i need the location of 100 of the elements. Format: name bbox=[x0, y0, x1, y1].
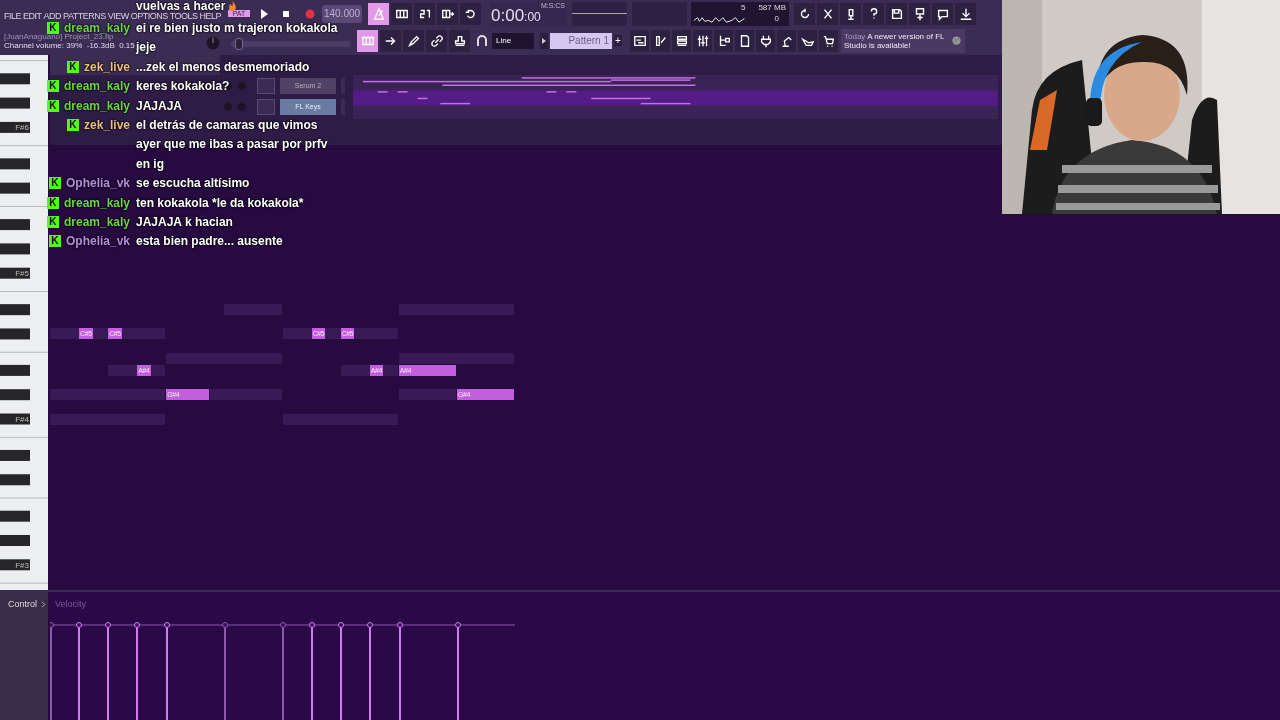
chat-message: se escucha altísimo bbox=[136, 176, 250, 191]
key-label: F#5 bbox=[15, 269, 29, 279]
key-label: F#6 bbox=[15, 123, 29, 133]
chat-username: dream_kaly bbox=[63, 195, 130, 210]
platform-badge: K bbox=[48, 177, 61, 190]
toolbar-button[interactable] bbox=[756, 29, 775, 52]
toolbar-button[interactable] bbox=[955, 2, 976, 25]
toolbar-button[interactable] bbox=[651, 29, 670, 52]
song-time-centiseconds: :00 bbox=[524, 8, 541, 26]
piano-key[interactable] bbox=[0, 474, 30, 486]
toolbar-button[interactable] bbox=[886, 2, 907, 25]
slider-thumb[interactable] bbox=[234, 37, 243, 50]
chat-username: Ophelia_vk bbox=[65, 234, 130, 249]
menu-item[interactable]: FILE bbox=[4, 11, 21, 21]
toolbar-button[interactable] bbox=[460, 2, 481, 25]
menu-item[interactable]: HELP bbox=[199, 11, 222, 21]
piano-key[interactable] bbox=[0, 449, 30, 461]
piano-key[interactable] bbox=[0, 121, 30, 133]
pencil-icon bbox=[406, 33, 421, 48]
magnet-icon[interactable] bbox=[474, 32, 490, 49]
piano-key[interactable] bbox=[0, 559, 30, 571]
chat-message: JAJAJA bbox=[136, 98, 183, 113]
menu-item[interactable]: ADD bbox=[43, 11, 62, 21]
chat-username: dream_kaly bbox=[63, 79, 130, 94]
piano-key[interactable] bbox=[0, 389, 30, 401]
piano-key[interactable] bbox=[0, 182, 30, 194]
chat-username: dream_kaly bbox=[63, 214, 130, 229]
piano-key[interactable] bbox=[0, 328, 30, 340]
caret-icon[interactable] bbox=[41, 601, 46, 608]
toolbar-button[interactable] bbox=[693, 29, 712, 52]
piano-key[interactable] bbox=[0, 364, 30, 376]
plug-icon bbox=[758, 33, 773, 48]
globe-icon bbox=[951, 35, 962, 46]
toolbar-button[interactable] bbox=[932, 2, 953, 25]
toolbar-button[interactable] bbox=[437, 2, 458, 25]
master-pitch-slider[interactable] bbox=[231, 40, 351, 47]
step-sequencer-icon bbox=[653, 33, 668, 48]
toolbar-button[interactable] bbox=[794, 2, 815, 25]
metronome-icon bbox=[371, 6, 386, 21]
chat-message: en ig bbox=[136, 156, 164, 171]
save-icon bbox=[889, 6, 904, 21]
menu-item[interactable]: EDIT bbox=[23, 11, 42, 21]
key-label: F#4 bbox=[15, 415, 29, 424]
caret-icon[interactable] bbox=[540, 32, 548, 49]
tool-button[interactable] bbox=[357, 29, 378, 52]
menu-item[interactable]: VIEW bbox=[107, 11, 129, 21]
news-panel[interactable]: Today A newer version of FL Studio is available! bbox=[841, 28, 965, 53]
toolbar-button[interactable] bbox=[714, 29, 733, 52]
piano-key[interactable] bbox=[0, 243, 30, 255]
toolbar-button[interactable] bbox=[672, 29, 691, 52]
tool-button[interactable] bbox=[403, 29, 424, 52]
pattern-selector[interactable]: Pattern 1 bbox=[550, 32, 612, 49]
chat-message: jeje bbox=[136, 40, 156, 55]
toolbar-button[interactable] bbox=[863, 2, 884, 25]
news-text: Today A newer version of FL Studio is available! bbox=[844, 31, 946, 50]
toolbar-button[interactable] bbox=[630, 29, 649, 52]
toolbar-button[interactable] bbox=[368, 2, 389, 25]
chat-message: esta bien padre... ausente bbox=[136, 234, 283, 249]
piano-key[interactable] bbox=[0, 219, 30, 231]
playlist-icon bbox=[632, 33, 647, 48]
chat-message: vuelvas a hacer bbox=[136, 0, 226, 12]
add-pattern-button[interactable]: + bbox=[614, 35, 622, 46]
tool-button[interactable] bbox=[426, 29, 447, 52]
toolbar-button[interactable] bbox=[414, 2, 435, 25]
menu-item[interactable]: OPTIONS bbox=[130, 11, 168, 21]
toolbar-button[interactable] bbox=[391, 2, 412, 25]
chat-message: ei re bien justo m trajeron kokakola bbox=[136, 21, 338, 35]
piano-key[interactable] bbox=[0, 510, 30, 522]
snap-dropdown[interactable]: Line bbox=[492, 32, 534, 49]
toolbar-button[interactable] bbox=[817, 2, 838, 25]
piano-key[interactable] bbox=[0, 73, 30, 85]
chat-message: ...zek el menos desmemoriado bbox=[136, 59, 310, 74]
mixer-track-box[interactable] bbox=[257, 98, 275, 115]
control-selector[interactable]: Control bbox=[8, 599, 37, 609]
tempo-display[interactable]: 140.000 bbox=[322, 4, 362, 23]
mixer-icon bbox=[695, 33, 710, 48]
velocity-label: Velocity bbox=[55, 599, 87, 609]
toolbar-button[interactable] bbox=[798, 29, 817, 52]
list-icon bbox=[674, 33, 689, 48]
memory-reading: 587 MB bbox=[758, 2, 786, 12]
velocity-lane[interactable]: Velocity bbox=[50, 592, 1280, 720]
menu-item[interactable]: TOOLS bbox=[169, 11, 198, 21]
mixer-track-box[interactable] bbox=[257, 77, 275, 94]
chat-username: Ophelia_vk bbox=[65, 176, 130, 191]
toolbar-button[interactable] bbox=[777, 29, 796, 52]
piano-key[interactable] bbox=[0, 158, 30, 170]
download-icon bbox=[958, 6, 973, 21]
tool-button[interactable] bbox=[380, 29, 401, 52]
piano-key[interactable] bbox=[0, 97, 30, 109]
menu-item[interactable]: PATTERNS bbox=[63, 11, 106, 21]
piano-key[interactable] bbox=[0, 304, 30, 316]
toolbar-button[interactable] bbox=[909, 2, 930, 25]
toolbar-button[interactable] bbox=[840, 2, 861, 25]
toolbar-button[interactable] bbox=[735, 29, 754, 52]
piano-keyboard[interactable]: F#6 F#5 F#4 F#3 bbox=[0, 55, 48, 590]
piano-key[interactable] bbox=[0, 267, 30, 279]
tool-button[interactable] bbox=[449, 29, 470, 52]
hint-text: Channel volume: 39% -16.3dB 0.15 bbox=[4, 40, 135, 50]
toolbar-button[interactable] bbox=[819, 29, 838, 52]
chat-username: zek_live bbox=[83, 59, 130, 74]
